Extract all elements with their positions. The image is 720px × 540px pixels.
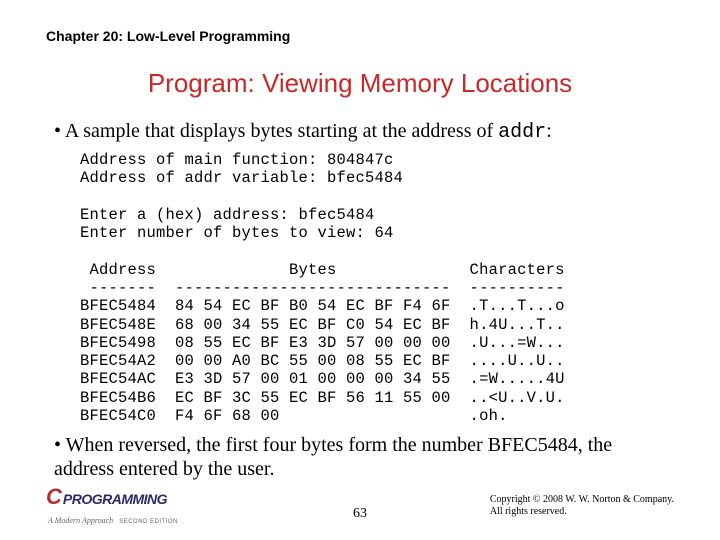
footer: C PROGRAMMING A Modern Approach SECOND E… [0,484,720,528]
copyright-text: Copyright © 2008 W. W. Norton & Company.… [490,494,674,518]
logo-c-letter: C [46,484,61,510]
slide-title: Program: Viewing Memory Locations [46,68,674,99]
logo-edition: SECOND EDITION [119,519,178,525]
page-number: 63 [353,506,367,522]
bullet-conclusion: When reversed, the first four bytes form… [54,433,674,481]
chapter-heading: Chapter 20: Low-Level Programming [46,28,674,44]
book-logo: C PROGRAMMING A Modern Approach SECOND E… [46,484,178,528]
inline-code-addr: addr [498,121,546,144]
logo-subtitle: A Modern Approach [48,516,113,525]
logo-title: C PROGRAMMING [46,484,178,510]
memory-dump-output: Address of main function: 804847c Addres… [80,151,674,425]
logo-programming: PROGRAMMING [63,491,167,507]
bullet-text-pre: A sample that displays bytes starting at… [65,120,498,142]
bullet-intro: A sample that displays bytes starting at… [54,119,674,145]
bullet-text-post: : [546,120,552,142]
logo-subtitle-row: A Modern Approach SECOND EDITION [46,510,178,528]
